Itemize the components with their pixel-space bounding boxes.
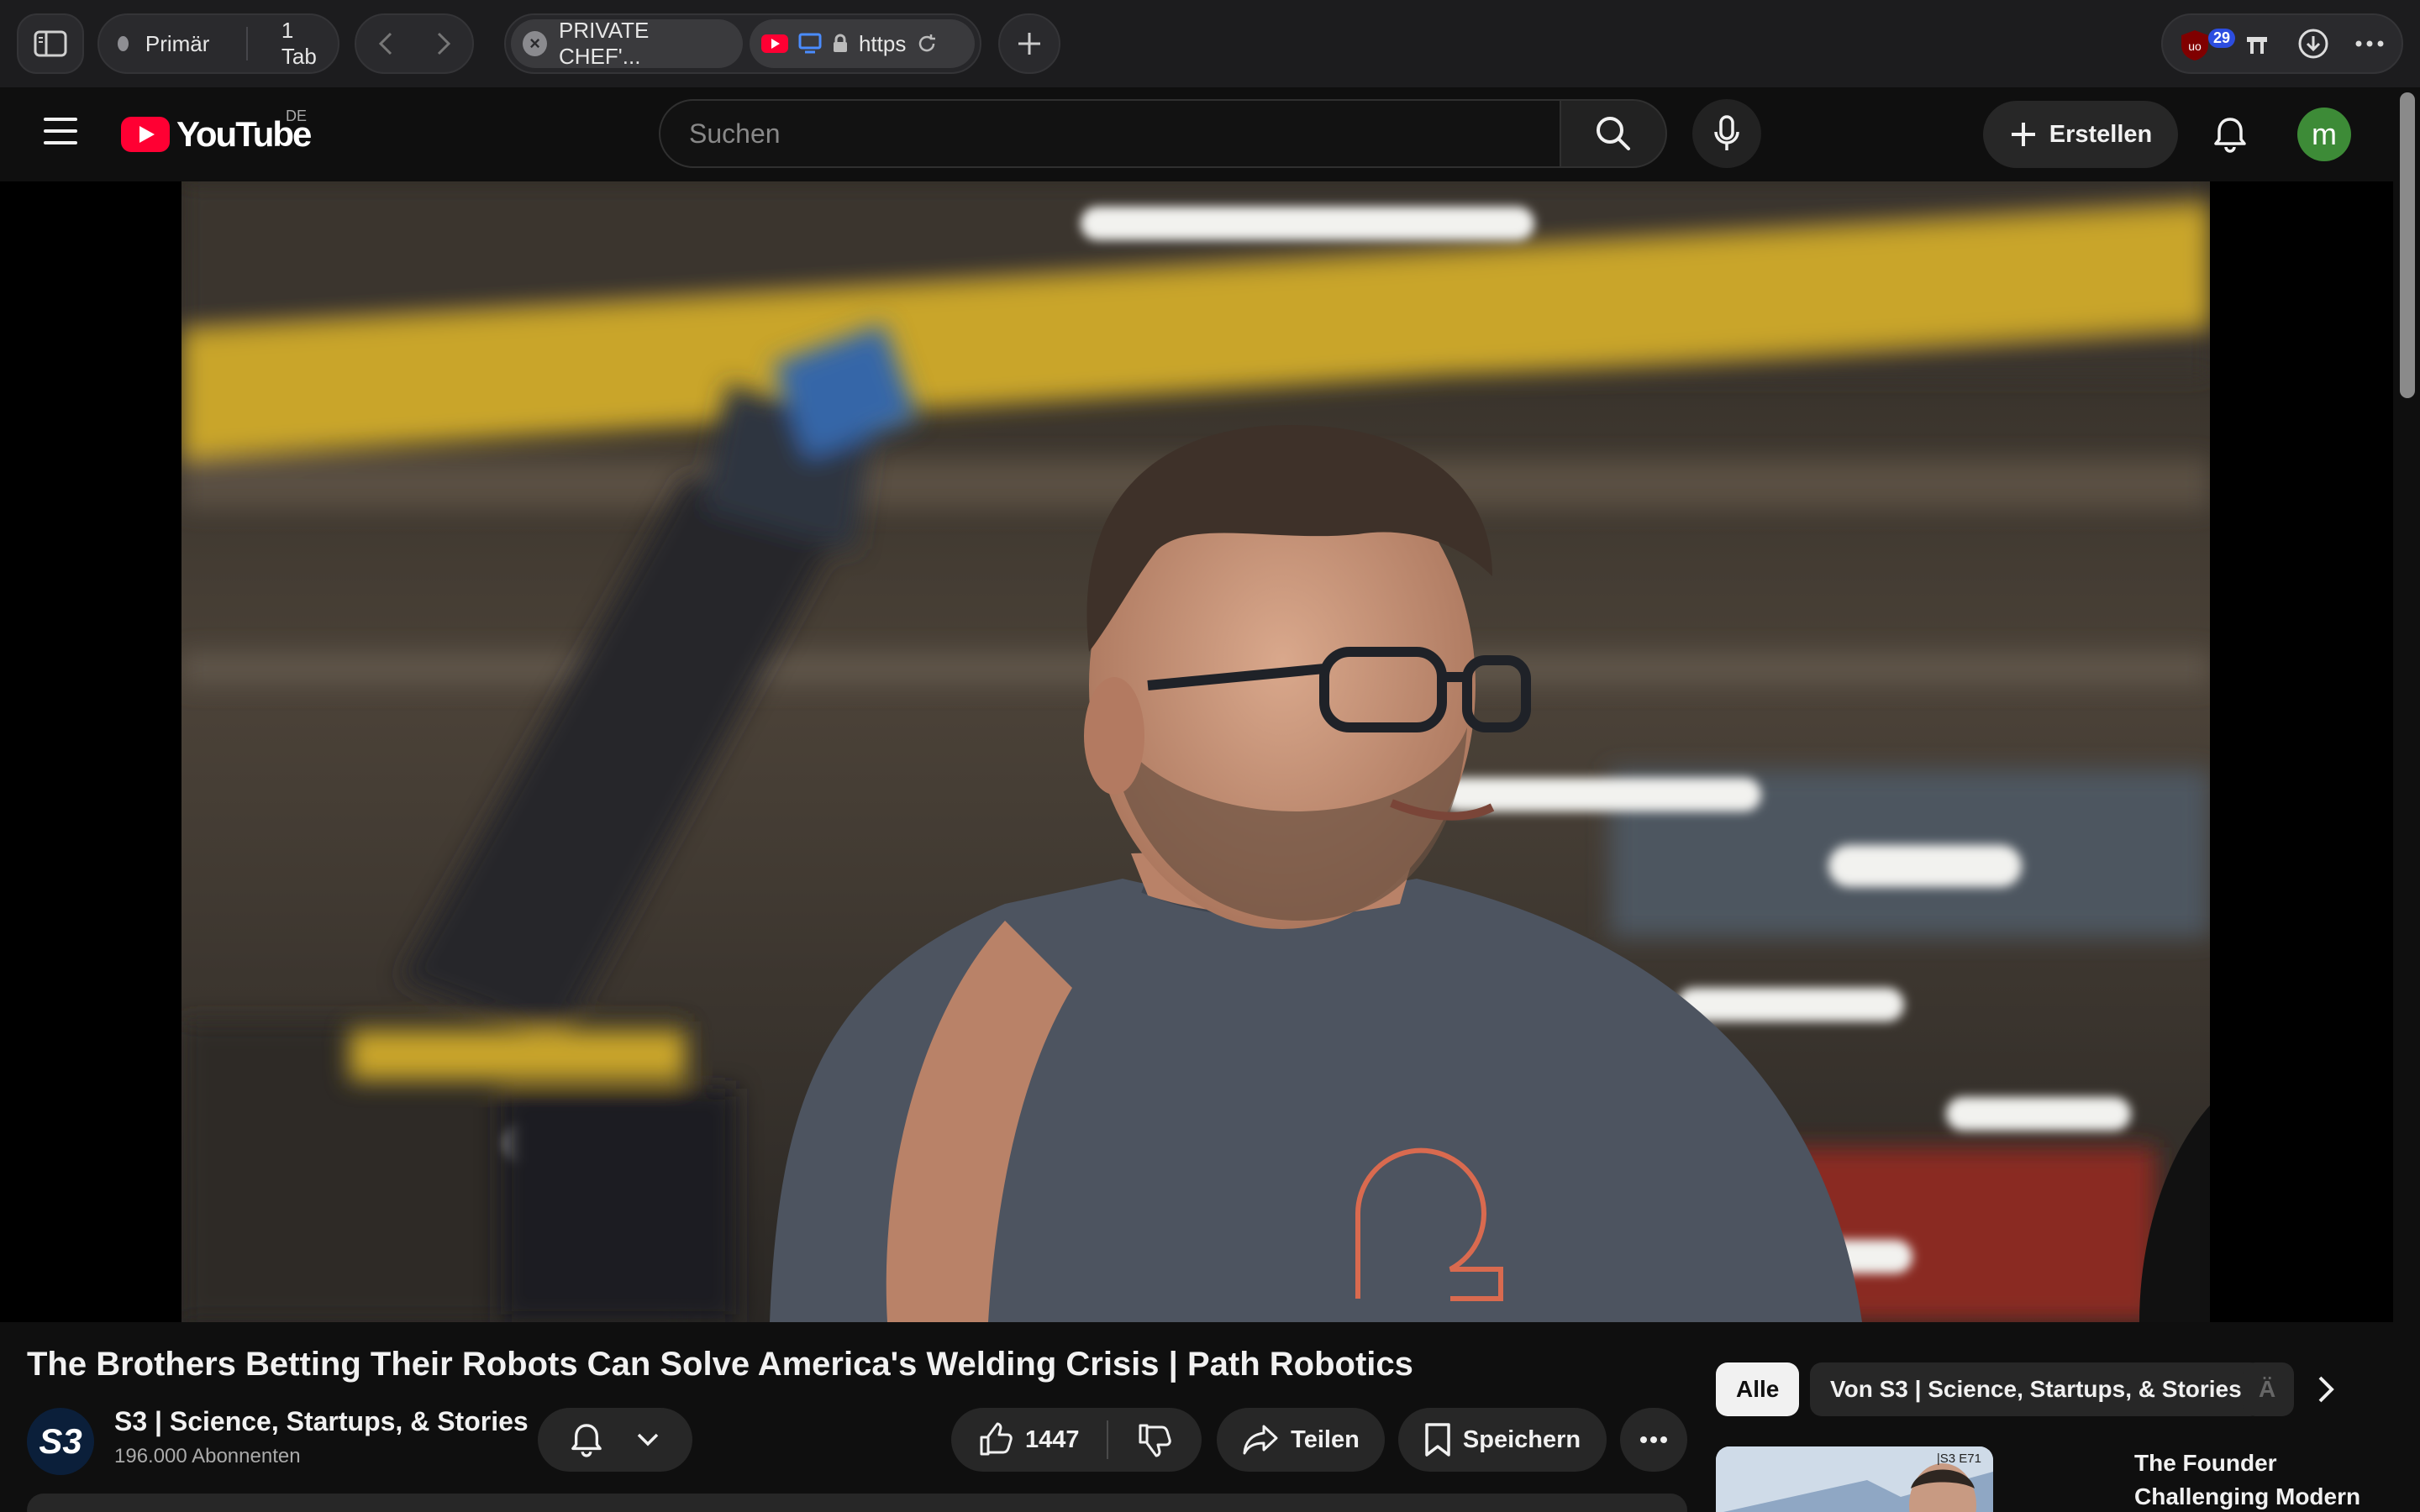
subscriber-count: 196.000 Abonnenten bbox=[114, 1445, 301, 1467]
download-icon[interactable] bbox=[2297, 28, 2329, 60]
extension-icon[interactable] bbox=[2242, 29, 2272, 59]
recommended-video-thumbnail[interactable]: |S3 E71 bbox=[1716, 1446, 1993, 1512]
share-button[interactable]: Teilen bbox=[1217, 1408, 1385, 1472]
youtube-header: YouTube DE Erstellen m bbox=[0, 87, 2393, 181]
more-options-icon[interactable] bbox=[2354, 39, 2385, 48]
youtube-play-icon bbox=[121, 117, 170, 152]
forward-arrow-icon[interactable] bbox=[434, 30, 454, 57]
description-box[interactable] bbox=[27, 1494, 1687, 1512]
chips-next-button[interactable] bbox=[2299, 1362, 2353, 1416]
search-input[interactable] bbox=[660, 101, 1560, 166]
navigation-buttons bbox=[355, 13, 474, 74]
video-still-image bbox=[182, 181, 2210, 1322]
share-arrow-icon bbox=[1243, 1425, 1278, 1455]
ublock-extension-button[interactable]: uo 29 bbox=[2180, 25, 2236, 62]
voice-search-button[interactable] bbox=[1692, 99, 1761, 168]
subscription-notifications-button[interactable] bbox=[538, 1408, 692, 1472]
profile-switcher[interactable]: Primär 1 Tab bbox=[97, 13, 339, 74]
recommended-video-title[interactable]: The Founder Challenging Modern bbox=[2134, 1446, 2386, 1512]
video-player[interactable] bbox=[0, 181, 2393, 1322]
save-button[interactable]: Speichern bbox=[1398, 1408, 1607, 1472]
chevron-right-icon bbox=[2318, 1376, 2334, 1403]
chip-from-channel[interactable]: Von S3 | Science, Startups, & Stories bbox=[1810, 1362, 2262, 1416]
extensions-toolbar: uo 29 bbox=[2161, 13, 2403, 74]
screen-share-icon bbox=[798, 33, 822, 54]
create-label: Erstellen bbox=[2049, 120, 2153, 148]
like-dislike-group: 1447 bbox=[951, 1408, 1202, 1472]
youtube-favicon-icon bbox=[760, 34, 788, 53]
menu-icon[interactable] bbox=[44, 118, 77, 144]
search-button[interactable] bbox=[1561, 99, 1667, 168]
separator bbox=[1106, 1420, 1108, 1459]
tab-count[interactable]: 1 Tab bbox=[281, 18, 319, 70]
bell-icon bbox=[571, 1424, 602, 1457]
profile-dot-icon bbox=[118, 36, 129, 51]
new-tab-button[interactable] bbox=[998, 13, 1060, 74]
plus-icon bbox=[1018, 33, 1040, 55]
plus-icon bbox=[2011, 123, 2035, 146]
back-arrow-icon[interactable] bbox=[376, 30, 396, 57]
account-avatar[interactable]: m bbox=[2297, 108, 2351, 161]
share-label: Teilen bbox=[1291, 1425, 1360, 1453]
close-tab-icon[interactable]: × bbox=[523, 31, 547, 56]
chevron-down-icon bbox=[637, 1433, 659, 1446]
tab-youtube[interactable]: https bbox=[749, 19, 975, 68]
country-code: DE bbox=[286, 108, 308, 124]
reload-icon[interactable] bbox=[916, 33, 938, 55]
more-horizontal-icon bbox=[1640, 1436, 1667, 1443]
like-count[interactable]: 1447 bbox=[1025, 1426, 1080, 1454]
channel-avatar[interactable]: S3 bbox=[27, 1408, 94, 1475]
profile-name: Primär bbox=[145, 30, 210, 56]
ublock-shield-icon: uo bbox=[2181, 30, 2208, 60]
extension-badge-count: 29 bbox=[2208, 29, 2236, 48]
channel-name[interactable]: S3 | Science, Startups, & Stories bbox=[114, 1406, 529, 1437]
separator bbox=[246, 27, 248, 60]
video-title: The Brothers Betting Their Robots Can So… bbox=[27, 1346, 1413, 1383]
thumbs-down-icon[interactable] bbox=[1137, 1422, 1172, 1457]
page-scrollbar[interactable] bbox=[2393, 87, 2420, 1512]
bell-icon bbox=[2214, 118, 2246, 153]
thumbnail-badge: |S3 E71 bbox=[1936, 1452, 1981, 1466]
notifications-button[interactable] bbox=[2196, 101, 2264, 168]
sidebar-toggle-button[interactable] bbox=[17, 13, 84, 74]
create-button[interactable]: Erstellen bbox=[1983, 101, 2178, 168]
sidebar-icon bbox=[34, 30, 67, 57]
microphone-icon bbox=[1714, 115, 1739, 150]
browser-toolbar: Primär 1 Tab × PRIVATE CHEF'... https uo… bbox=[0, 0, 2420, 87]
scrollbar-thumb[interactable] bbox=[2400, 92, 2415, 398]
lock-icon bbox=[833, 34, 847, 52]
save-label: Speichern bbox=[1462, 1425, 1581, 1453]
chip-all[interactable]: Alle bbox=[1716, 1362, 1800, 1416]
search-box bbox=[659, 99, 1561, 168]
more-actions-button[interactable] bbox=[1620, 1408, 1687, 1472]
chip-partial[interactable]: Ä bbox=[2244, 1362, 2294, 1416]
tab-title: PRIVATE CHEF'... bbox=[559, 18, 650, 69]
video-frame[interactable] bbox=[182, 181, 2210, 1322]
tab-private-chef[interactable]: × PRIVATE CHEF'... bbox=[511, 18, 743, 69]
address-bar-url[interactable]: https bbox=[859, 31, 906, 57]
youtube-logo[interactable]: YouTube bbox=[121, 114, 312, 155]
bookmark-icon bbox=[1425, 1423, 1450, 1457]
thumbs-up-icon[interactable] bbox=[978, 1422, 1013, 1457]
svg-text:uo: uo bbox=[2188, 39, 2202, 53]
tab-strip: × PRIVATE CHEF'... https bbox=[504, 13, 981, 74]
search-icon bbox=[1597, 117, 1630, 150]
